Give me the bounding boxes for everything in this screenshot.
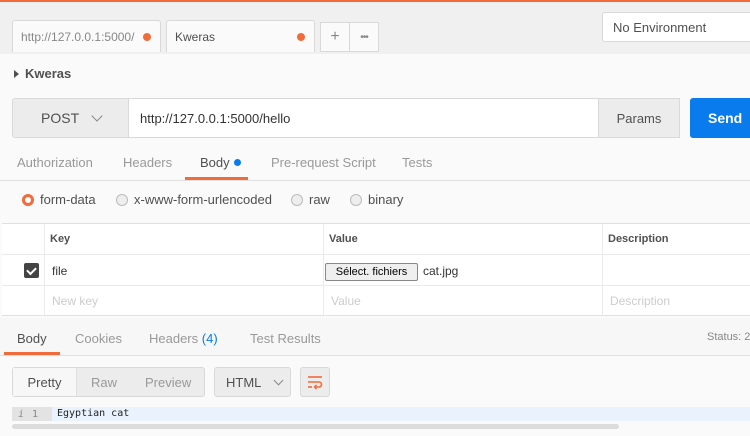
line-gutter: i 1	[12, 407, 52, 421]
tab-label: http://127.0.0.1:5000/	[21, 29, 135, 44]
url-input[interactable]: http://127.0.0.1:5000/hello	[128, 98, 599, 138]
tab-authorization[interactable]: Authorization	[17, 155, 93, 170]
new-tab-button[interactable]: +	[320, 22, 350, 52]
tab-pre-request-script[interactable]: Pre-request Script	[271, 155, 376, 170]
language-select[interactable]: HTML	[214, 367, 291, 397]
wrap-lines-icon	[308, 376, 323, 390]
response-tab-headers-label: Headers	[149, 331, 199, 346]
row-divider	[2, 285, 750, 286]
tab-body[interactable]: Body	[200, 155, 241, 170]
radio-icon	[116, 193, 128, 206]
choose-file-button[interactable]: Sélect. fichiers	[325, 263, 418, 281]
method-label: POST	[41, 110, 80, 126]
row-divider	[2, 254, 750, 255]
radio-form-data[interactable]: form-data	[22, 192, 96, 207]
new-key-input[interactable]: New key	[52, 294, 98, 308]
collection-header[interactable]: Kweras	[14, 66, 71, 81]
file-name: cat.jpg	[423, 264, 459, 278]
radio-binary[interactable]: binary	[350, 192, 403, 207]
tab-headers[interactable]: Headers	[123, 155, 172, 170]
language-label: HTML	[226, 374, 262, 390]
tab-tests[interactable]: Tests	[402, 155, 432, 170]
new-value-input[interactable]: Value	[331, 294, 361, 308]
info-icon: i	[18, 408, 25, 420]
response-tab-cookies[interactable]: Cookies	[75, 331, 122, 346]
method-select[interactable]: POST	[12, 98, 129, 138]
caret-right-icon	[14, 69, 19, 78]
environment-select[interactable]: No Environment	[602, 12, 750, 42]
chevron-down-icon	[91, 110, 103, 122]
active-tab-indicator	[185, 177, 248, 180]
format-preview-button[interactable]: Preview	[145, 375, 191, 390]
unsaved-dot-icon	[143, 33, 151, 41]
horizontal-scrollbar[interactable]	[12, 424, 619, 429]
response-body-text: Egyptian cat	[57, 408, 130, 419]
radio-raw[interactable]: raw	[291, 192, 330, 207]
params-button[interactable]: Params	[598, 98, 680, 138]
column-divider	[323, 224, 324, 316]
radio-label: form-data	[40, 192, 96, 207]
tabs-divider	[0, 180, 750, 181]
column-header-description: Description	[608, 233, 669, 245]
response-tab-body[interactable]: Body	[17, 331, 47, 346]
wrap-lines-button[interactable]	[300, 367, 330, 397]
format-pretty-button[interactable]: Pretty	[13, 368, 77, 396]
radio-icon	[350, 193, 362, 206]
line-number: 1	[32, 408, 39, 420]
tab-kweras[interactable]: Kweras	[166, 20, 315, 52]
active-response-tab-indicator	[4, 352, 60, 355]
column-divider	[602, 224, 603, 316]
radio-label: x-www-form-urlencoded	[134, 192, 272, 207]
response-status: Status: 2	[707, 331, 750, 343]
tab-url[interactable]: http://127.0.0.1:5000/	[12, 20, 161, 52]
column-header-key: Key	[50, 233, 71, 245]
more-tabs-button[interactable]: •••	[349, 22, 379, 52]
modified-dot-icon	[233, 159, 241, 166]
collection-name: Kweras	[25, 66, 72, 81]
chevron-down-icon	[273, 375, 284, 385]
unsaved-dot-icon	[297, 33, 305, 41]
radio-selected-icon	[22, 193, 34, 206]
radio-x-www-form-urlencoded[interactable]: x-www-form-urlencoded	[116, 192, 272, 207]
radio-label: raw	[309, 192, 330, 207]
radio-label: binary	[368, 192, 404, 207]
column-header-value: Value	[329, 233, 358, 245]
format-raw-button[interactable]: Raw	[91, 375, 117, 390]
plus-icon: +	[330, 28, 340, 45]
tab-body-label: Body	[200, 155, 230, 170]
column-divider	[44, 224, 45, 316]
send-button[interactable]: Send	[690, 98, 750, 138]
response-tab-test-results[interactable]: Test Results	[250, 331, 321, 346]
tab-label: Kweras	[175, 29, 216, 44]
ellipsis-icon: •••	[360, 31, 368, 43]
response-tab-headers[interactable]: Headers (4)	[149, 331, 218, 346]
row-enabled-checkbox[interactable]	[24, 263, 39, 278]
radio-icon	[291, 193, 303, 206]
new-description-input[interactable]: Description	[610, 294, 670, 308]
key-cell[interactable]: file	[52, 264, 67, 278]
headers-count: (4)	[201, 331, 218, 346]
